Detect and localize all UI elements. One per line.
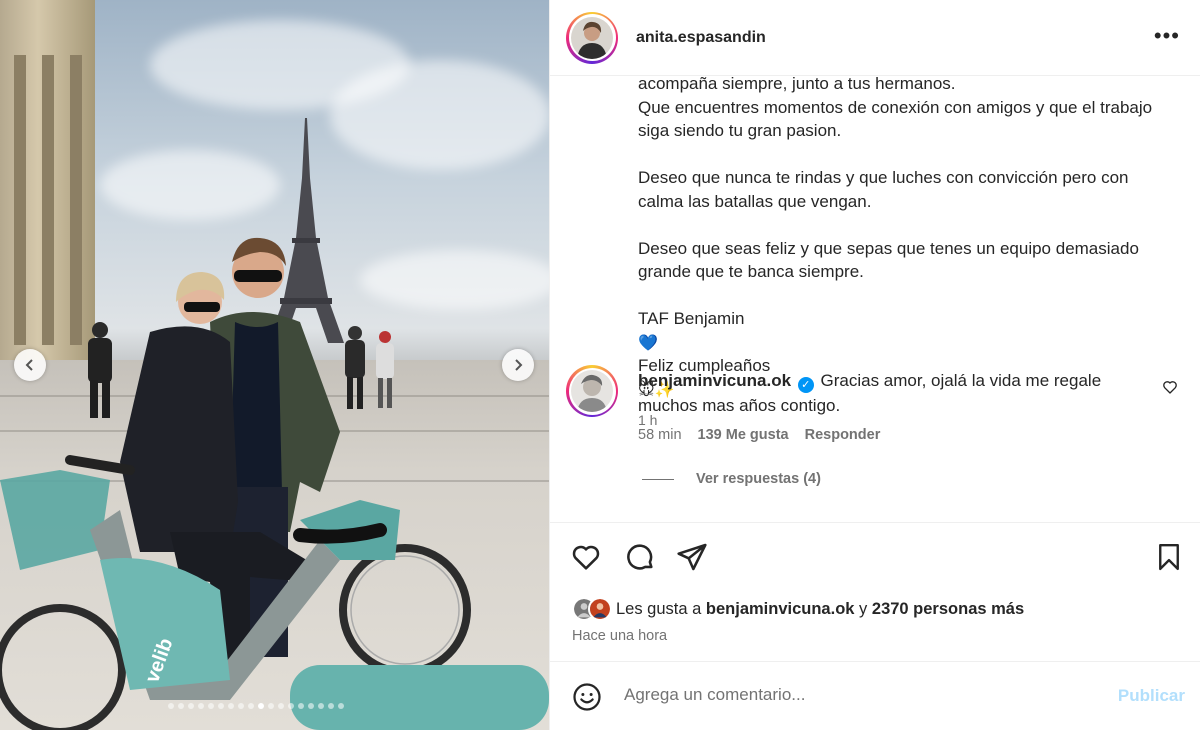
carousel-dot	[258, 703, 264, 709]
carousel-dot	[298, 703, 304, 709]
carousel-dot	[248, 703, 254, 709]
carousel-dot	[308, 703, 314, 709]
carousel-dot	[288, 703, 294, 709]
reply-button[interactable]: Responder	[805, 427, 881, 443]
replies-divider	[642, 478, 674, 480]
likes-summary: Les gusta a benjaminvicuna.ok y 2370 per…	[572, 597, 1024, 621]
cloud	[330, 60, 549, 170]
comment-text: benjaminvicuna.ok ✓ Gracias amor, ojalá …	[638, 369, 1158, 418]
carousel-prev-button[interactable]	[14, 349, 46, 381]
post-side-panel: anita.espasandin ••• acompaña siempre, j…	[549, 0, 1200, 730]
caption-paragraph: Deseo que seas feliz y que sepas que ten…	[638, 238, 1139, 282]
post-header: anita.espasandin •••	[550, 0, 1200, 76]
post-photo[interactable]: velib	[0, 0, 549, 730]
likes-count-link[interactable]: 2370 personas más	[872, 600, 1024, 618]
velib-bike: velib	[0, 455, 549, 730]
carousel-dots	[168, 703, 344, 709]
comment-like-heart-icon[interactable]	[1162, 379, 1178, 395]
carousel-next-button[interactable]	[502, 349, 534, 381]
comment-likes-link[interactable]: 139 Me gusta	[698, 427, 789, 443]
view-replies-button[interactable]: Ver respuestas (4)	[642, 471, 821, 487]
add-comment-bar: Publicar	[550, 661, 1200, 730]
chevron-right-icon	[515, 359, 523, 371]
likes-text: Les gusta a benjaminvicuna.ok y 2370 per…	[616, 599, 1025, 618]
comments-area[interactable]: acompaña siempre, junto a tus hermanos. …	[550, 76, 1200, 522]
save-bookmark-icon[interactable]	[1154, 541, 1184, 573]
verified-badge-icon: ✓	[797, 377, 814, 394]
comment-actions: 58 min 139 Me gusta Responder	[638, 427, 880, 443]
cloud	[100, 150, 280, 220]
cloud	[360, 250, 549, 310]
carousel-dot	[178, 703, 184, 709]
share-paper-plane-icon[interactable]	[676, 541, 708, 573]
avatar-image	[571, 370, 613, 412]
blue-heart-icon: 💙	[638, 332, 658, 352]
caption-paragraph: Deseo que nunca te rindas y que luches c…	[638, 168, 1129, 211]
caption-line: Que encuentres momentos de conexión con …	[638, 97, 1153, 141]
liker-avatar	[588, 597, 612, 621]
carousel-dot	[318, 703, 324, 709]
bystander	[376, 331, 394, 408]
carousel-dot	[208, 703, 214, 709]
comment-input[interactable]	[624, 680, 1084, 710]
avatar-image	[571, 16, 613, 59]
more-options-icon[interactable]: •••	[1154, 25, 1180, 47]
view-replies-label: Ver respuestas (4)	[696, 471, 821, 487]
comment-bubble-icon[interactable]	[624, 541, 656, 573]
carousel-dot	[198, 703, 204, 709]
liked-by-username[interactable]: benjaminvicuna.ok	[706, 600, 855, 618]
action-bar	[570, 541, 1182, 581]
carousel-dot	[338, 703, 344, 709]
chevron-left-icon	[25, 359, 33, 371]
carousel-dot	[238, 703, 244, 709]
emoji-smile-icon[interactable]	[572, 682, 602, 712]
post-comment-button[interactable]: Publicar	[1118, 686, 1185, 706]
caption-line: acompaña siempre, junto a tus hermanos.	[638, 76, 956, 93]
author-username[interactable]: anita.espasandin	[636, 29, 766, 47]
comment-time: 58 min	[638, 427, 682, 443]
like-heart-icon[interactable]	[570, 541, 602, 573]
carousel-dot	[328, 703, 334, 709]
carousel-dot	[168, 703, 174, 709]
author-avatar[interactable]	[566, 11, 618, 64]
carousel-dot	[268, 703, 274, 709]
carousel-dot	[218, 703, 224, 709]
carousel-dot	[188, 703, 194, 709]
post-time: Hace una hora	[572, 628, 668, 644]
commenter-username[interactable]: benjaminvicuna.ok	[638, 371, 791, 390]
carousel-dot	[228, 703, 234, 709]
post-footer: Les gusta a benjaminvicuna.ok y 2370 per…	[550, 522, 1200, 730]
carousel-dot	[278, 703, 284, 709]
commenter-avatar[interactable]	[566, 365, 618, 417]
